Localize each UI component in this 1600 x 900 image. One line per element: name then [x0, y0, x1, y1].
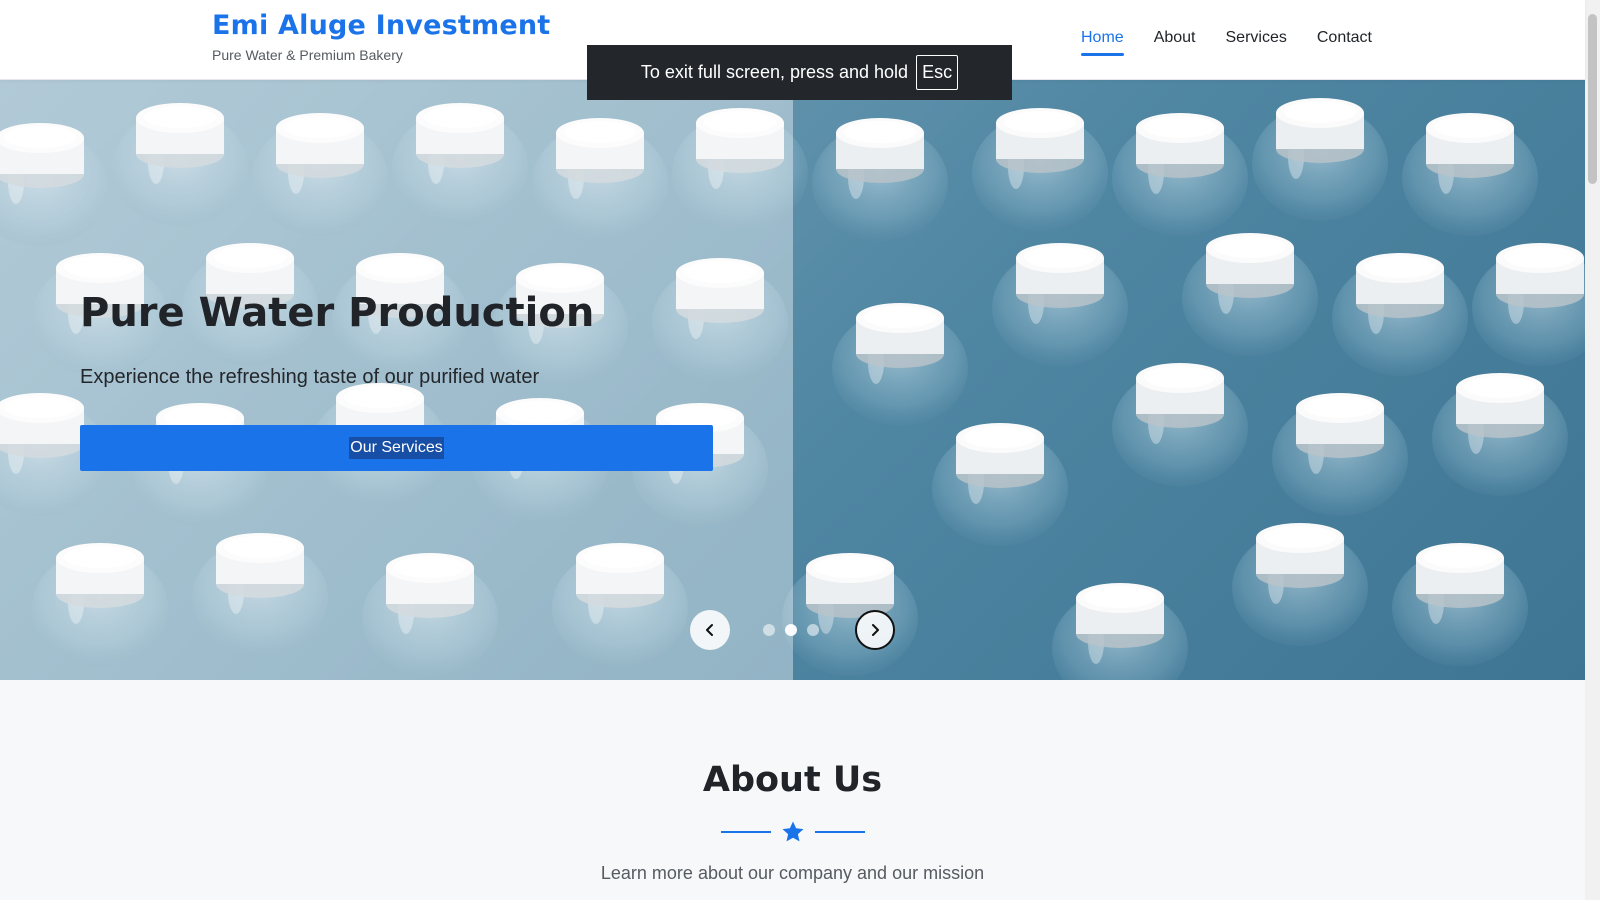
main-nav: Home About Services Contact — [1081, 29, 1372, 56]
carousel-dot-3[interactable] — [807, 624, 819, 636]
nav-about[interactable]: About — [1154, 29, 1196, 47]
hero-subtitle: Experience the refreshing taste of our p… — [80, 366, 540, 388]
carousel-dot-2[interactable] — [785, 624, 797, 636]
section-divider — [0, 820, 1585, 844]
about-title: About Us — [702, 760, 883, 800]
brand[interactable]: Emi Aluge Investment Pure Water & Premiu… — [212, 10, 550, 63]
carousel-indicators — [763, 624, 819, 636]
scrollbar-thumb[interactable] — [1588, 14, 1597, 184]
esc-key-badge: Esc — [916, 55, 959, 90]
chevron-right-icon — [872, 624, 879, 636]
carousel-next-button[interactable] — [855, 610, 895, 650]
brand-title[interactable]: Emi Aluge Investment — [212, 10, 550, 41]
about-subtitle: Learn more about our company and our mis… — [600, 863, 985, 883]
nav-home[interactable]: Home — [1081, 29, 1124, 56]
brand-tagline: Pure Water & Premium Bakery — [212, 47, 403, 63]
carousel-prev-button[interactable] — [690, 610, 730, 650]
our-services-button-label: Our Services — [349, 437, 444, 459]
vertical-scrollbar[interactable] — [1585, 0, 1600, 900]
our-services-button[interactable]: Our Services — [80, 425, 713, 471]
divider-line-right — [814, 831, 865, 833]
nav-services[interactable]: Services — [1226, 29, 1287, 47]
hero-content: Pure Water Production Experience the ref… — [80, 290, 713, 471]
chevron-left-icon — [706, 624, 713, 636]
divider-line-left — [720, 831, 771, 833]
nav-contact[interactable]: Contact — [1317, 29, 1372, 47]
fullscreen-notice-text: To exit full screen, press and hold — [640, 62, 909, 82]
hero-carousel: Pure Water Production Experience the ref… — [0, 80, 1585, 680]
hero-title: Pure Water Production — [80, 290, 595, 336]
page: Emi Aluge Investment Pure Water & Premiu… — [0, 0, 1600, 900]
carousel-dot-1[interactable] — [763, 624, 775, 636]
star-icon — [782, 821, 803, 842]
fullscreen-exit-notice: To exit full screen, press and hold Esc — [587, 45, 1012, 100]
about-section: About Us Learn more about our company an… — [0, 680, 1585, 900]
